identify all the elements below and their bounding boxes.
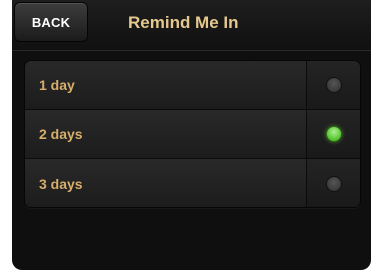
option-indicator-cell bbox=[307, 159, 360, 207]
option-label: 2 days bbox=[39, 126, 83, 142]
option-label-cell: 1 day bbox=[25, 61, 307, 109]
unselected-indicator-icon bbox=[325, 77, 342, 93]
unselected-indicator-icon bbox=[325, 175, 342, 192]
option-indicator-cell bbox=[307, 110, 360, 158]
option-row-3-days[interactable]: 3 days bbox=[25, 159, 360, 207]
reminder-options-list: 1 day 2 days 3 days bbox=[24, 60, 361, 208]
option-label-cell: 2 days bbox=[25, 110, 307, 158]
page-title: Remind Me In bbox=[128, 13, 239, 32]
back-button[interactable]: BACK bbox=[14, 2, 88, 42]
option-row-1-day[interactable]: 1 day bbox=[25, 61, 360, 110]
selected-indicator-icon bbox=[325, 126, 342, 142]
screen: BACK Remind Me In 1 day 2 days 3 days bbox=[0, 0, 371, 270]
navigation-bar: BACK Remind Me In bbox=[12, 0, 371, 51]
option-indicator-cell bbox=[307, 61, 360, 109]
option-label: 3 days bbox=[39, 175, 83, 192]
option-label: 1 day bbox=[39, 77, 75, 93]
reminder-screen: BACK Remind Me In 1 day 2 days 3 days bbox=[12, 0, 371, 270]
option-label-cell: 3 days bbox=[25, 159, 307, 207]
option-row-2-days[interactable]: 2 days bbox=[25, 110, 360, 159]
